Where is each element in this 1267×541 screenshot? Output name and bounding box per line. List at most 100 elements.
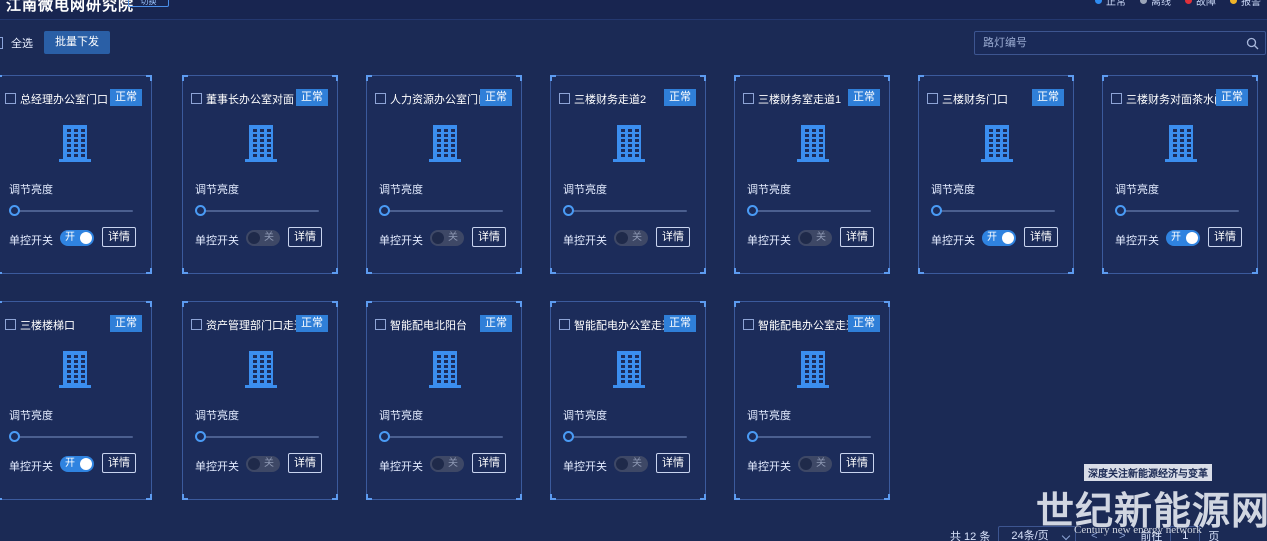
toggle-knob [800,232,812,244]
slider-handle[interactable] [931,205,942,216]
toggle-text: 开 [987,232,997,243]
detail-button[interactable]: 详情 [840,453,874,473]
brightness-slider[interactable] [201,210,319,212]
power-toggle[interactable]: 关 [798,230,832,246]
batch-issue-button[interactable]: 批量下发 [44,31,110,54]
detail-button[interactable]: 详情 [1208,227,1242,247]
power-toggle[interactable]: 开 [60,456,94,472]
slider-handle[interactable] [9,431,20,442]
power-toggle[interactable]: 关 [430,230,464,246]
corner-decoration [884,75,890,81]
detail-button[interactable]: 详情 [472,227,506,247]
brightness-slider[interactable] [753,436,871,438]
power-toggle[interactable]: 关 [430,456,464,472]
building-icon [611,123,647,163]
toggle-knob [80,232,92,244]
corner-decoration [182,75,188,81]
detail-button[interactable]: 详情 [656,227,690,247]
lamp-select-checkbox[interactable] [559,93,570,104]
corner-decoration [146,75,152,81]
brightness-slider[interactable] [569,436,687,438]
corner-decoration [1068,75,1074,81]
brightness-slider[interactable] [753,210,871,212]
toggle-text: 关 [816,232,826,243]
power-toggle[interactable]: 关 [614,456,648,472]
brightness-slider[interactable] [15,210,133,212]
toggle-text: 开 [1171,232,1181,243]
legend-label: 报警 [1241,0,1261,8]
brightness-slider[interactable] [385,436,503,438]
detail-button[interactable]: 详情 [288,453,322,473]
lamp-select-checkbox[interactable] [559,319,570,330]
brightness-label: 调节亮度 [563,410,607,422]
corner-decoration [1252,268,1258,274]
detail-button[interactable]: 详情 [840,227,874,247]
corner-decoration [1102,268,1108,274]
lamp-select-checkbox[interactable] [743,319,754,330]
slider-handle[interactable] [747,431,758,442]
slider-handle[interactable] [563,205,574,216]
lamp-select-checkbox[interactable] [191,93,202,104]
status-badge: 正常 [296,315,328,332]
lamp-select-checkbox[interactable] [927,93,938,104]
corner-decoration [516,301,522,307]
status-badge: 正常 [848,89,880,106]
slider-handle[interactable] [195,431,206,442]
brightness-slider[interactable] [201,436,319,438]
building-icon [427,349,463,389]
brightness-slider[interactable] [1121,210,1239,212]
lamp-select-checkbox[interactable] [191,319,202,330]
power-toggle[interactable]: 开 [60,230,94,246]
toggle-knob [432,458,444,470]
lamp-select-checkbox[interactable] [1111,93,1122,104]
corner-decoration [366,301,372,307]
detail-button[interactable]: 详情 [288,227,322,247]
lamp-card: 三楼财务对面茶水间 正常 调节亮度 单控开关开详情 [1102,75,1258,274]
lamp-select-checkbox[interactable] [375,93,386,104]
corner-decoration [516,268,522,274]
brightness-slider[interactable] [569,210,687,212]
lamp-select-checkbox[interactable] [375,319,386,330]
status-dot-icon [1185,0,1192,4]
brightness-slider[interactable] [15,436,133,438]
brightness-label: 调节亮度 [195,184,239,196]
status-badge: 正常 [480,89,512,106]
brightness-slider[interactable] [385,210,503,212]
status-badge: 正常 [1032,89,1064,106]
select-all-checkbox[interactable]: 全选 [0,32,33,54]
switch-label: 单控开关 [563,461,607,473]
power-toggle[interactable]: 开 [1166,230,1200,246]
power-toggle[interactable]: 关 [614,230,648,246]
brightness-slider[interactable] [937,210,1055,212]
slider-handle[interactable] [1115,205,1126,216]
slider-handle[interactable] [747,205,758,216]
slider-handle[interactable] [563,431,574,442]
corner-decoration [366,75,372,81]
lamp-select-checkbox[interactable] [5,93,16,104]
lamp-select-checkbox[interactable] [5,319,16,330]
detail-button[interactable]: 详情 [102,227,136,247]
power-toggle[interactable]: 开 [982,230,1016,246]
slider-handle[interactable] [9,205,20,216]
detail-button[interactable]: 详情 [102,453,136,473]
search-icon[interactable] [1246,37,1259,50]
building-icon [57,349,93,389]
toggle-knob [616,458,628,470]
search-input[interactable] [983,35,1233,51]
slider-handle[interactable] [379,431,390,442]
slider-handle[interactable] [379,205,390,216]
lamp-card: 三楼财务室走道1 正常 调节亮度 单控开关关详情 [734,75,890,274]
detail-button[interactable]: 详情 [1024,227,1058,247]
toggle-text: 关 [632,458,642,469]
slider-handle[interactable] [195,205,206,216]
switch-site-button[interactable]: 切换 [128,0,169,7]
detail-button[interactable]: 详情 [656,453,690,473]
power-toggle[interactable]: 关 [246,456,280,472]
power-toggle[interactable]: 关 [246,230,280,246]
power-toggle[interactable]: 关 [798,456,832,472]
corner-decoration [1102,75,1108,81]
detail-button[interactable]: 详情 [472,453,506,473]
corner-decoration [550,75,556,81]
switch-label: 单控开关 [747,461,791,473]
lamp-select-checkbox[interactable] [743,93,754,104]
